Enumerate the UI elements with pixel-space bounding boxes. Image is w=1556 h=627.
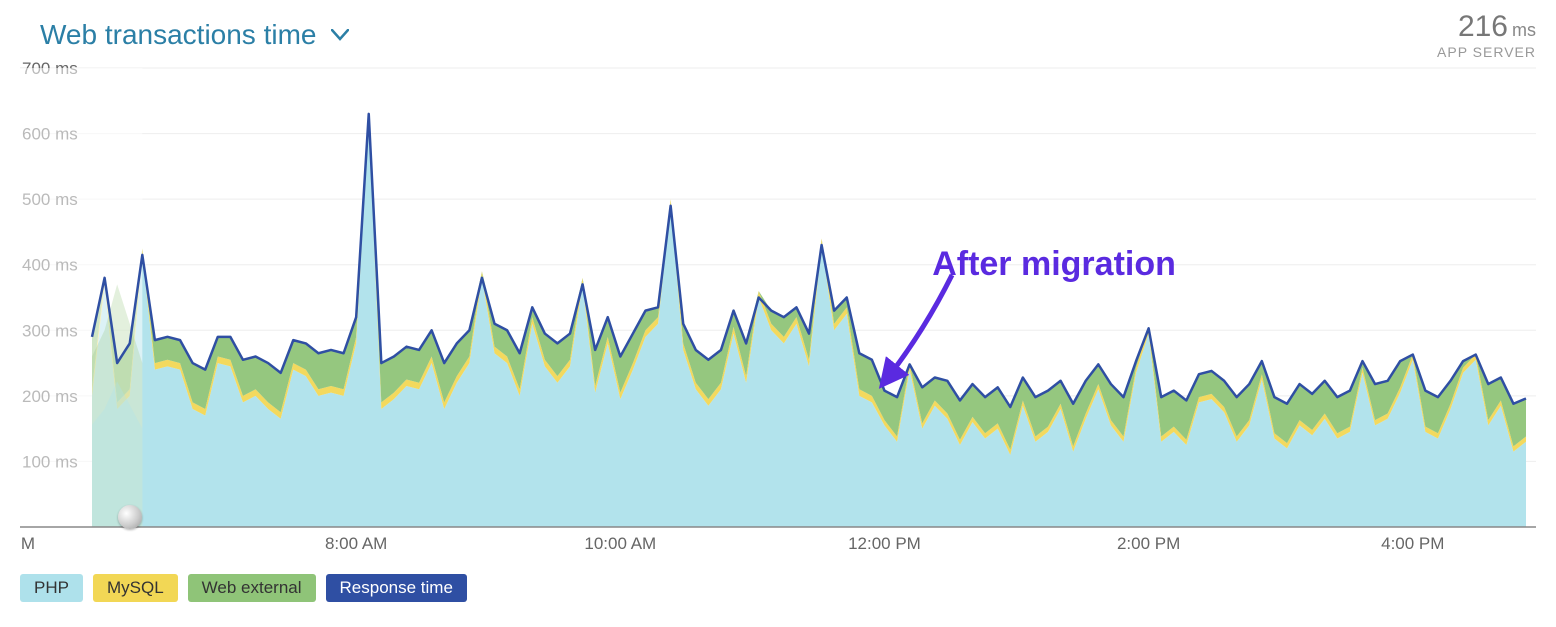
metric-readout: 216ms APP SERVER [1437,10,1536,60]
legend-item-mysql[interactable]: MySQL [93,574,178,602]
metric-unit: ms [1512,20,1536,40]
svg-text:10:00 AM: 10:00 AM [584,534,656,553]
metric-value: 216 [1458,10,1508,43]
chart-title-label: Web transactions time [40,19,317,51]
legend: PHP MySQL Web external Response time [20,574,467,602]
legend-item-ext[interactable]: Web external [188,574,316,602]
chevron-down-icon [331,29,349,41]
svg-text:8:00 AM: 8:00 AM [325,534,387,553]
legend-item-resp[interactable]: Response time [326,574,467,602]
svg-text:12:00 PM: 12:00 PM [848,534,921,553]
chart-title-dropdown[interactable]: Web transactions time [40,19,349,51]
svg-text:2:00 PM: 2:00 PM [1117,534,1180,553]
metric-subtitle: APP SERVER [1437,44,1536,60]
svg-text:4:00 PM: 4:00 PM [1381,534,1444,553]
chart-area[interactable]: 100 ms200 ms300 ms400 ms500 ms600 ms700 … [20,60,1536,557]
svg-text:M: M [21,534,35,553]
legend-item-php[interactable]: PHP [20,574,83,602]
